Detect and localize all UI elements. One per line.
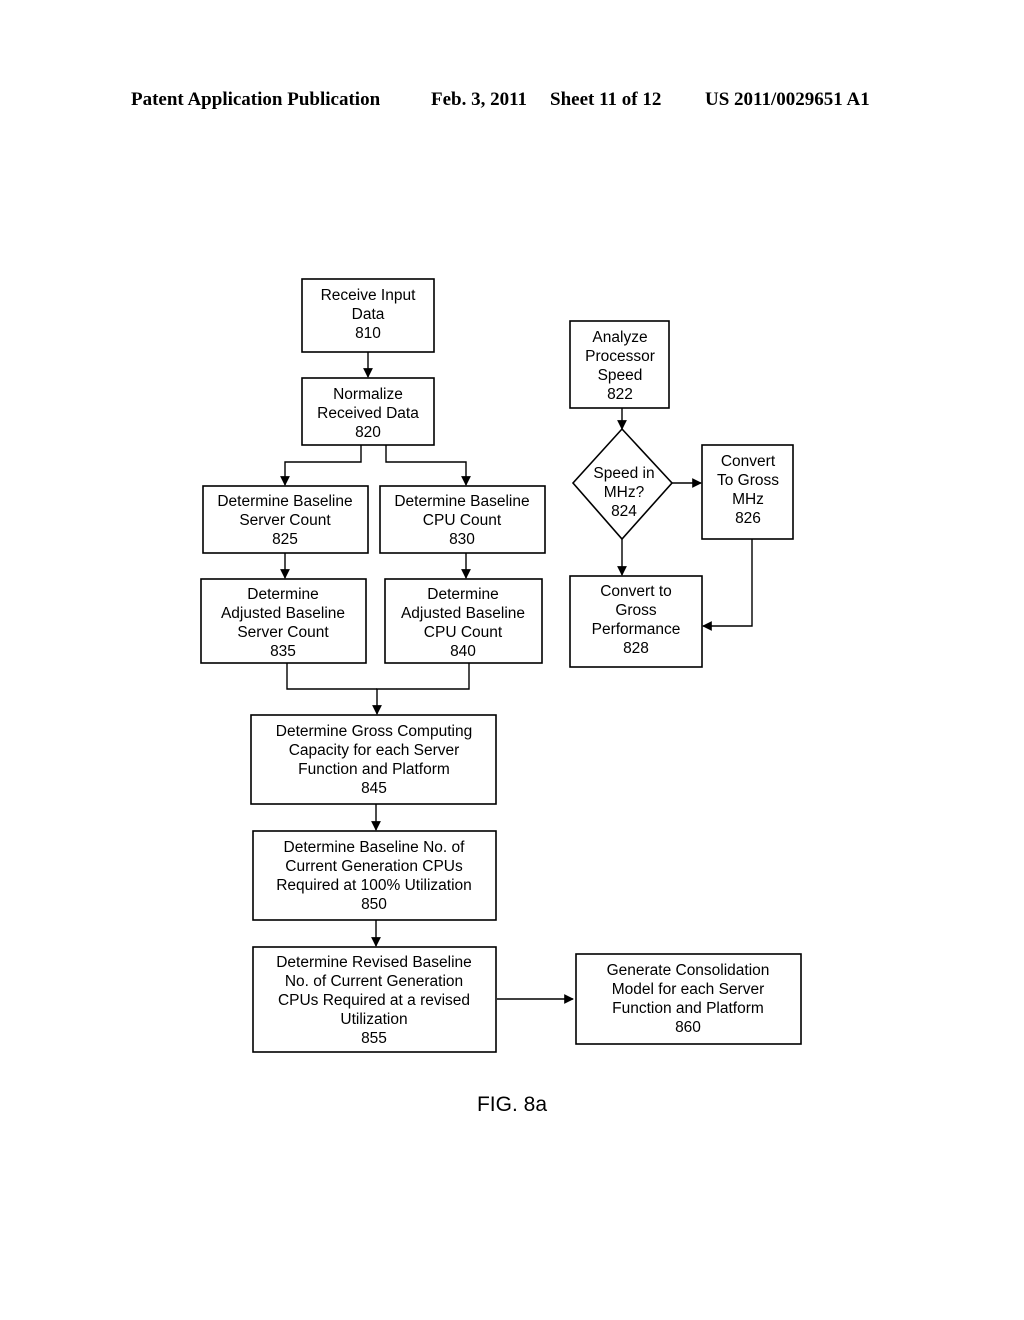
node-text: Adjusted Baseline: [401, 605, 525, 622]
node-835: Determine Adjusted Baseline Server Count 83…: [200, 578, 367, 664]
node-text: Required at 100% Utilization: [276, 877, 472, 894]
node-840: Determine Adjusted Baseline CPU Count 840: [384, 578, 543, 664]
node-text: Model for each Server: [612, 981, 765, 998]
node-text: Determine: [247, 586, 319, 603]
node-845: Determine Gross Computing Capacity for ea…: [250, 714, 497, 805]
node-text: Determine: [427, 586, 499, 603]
node-text: Convert to: [600, 583, 672, 600]
edge-820-825: [280, 445, 362, 486]
node-text: Receive Input: [321, 287, 416, 304]
node-ref-number: 820: [355, 424, 381, 441]
node-ref-number: 824: [611, 503, 637, 520]
node-text: Determine Baseline No. of: [284, 839, 466, 856]
node-ref-number: 822: [607, 386, 633, 403]
node-text: Performance: [592, 621, 681, 638]
node-text: Function and Platform: [298, 761, 450, 778]
node-ref-number: 845: [361, 780, 387, 797]
node-text: CPU Count: [424, 624, 503, 641]
figure-label: FIG. 8a: [477, 1093, 547, 1116]
node-text: Speed in: [593, 465, 654, 482]
node-text: Capacity for each Server: [289, 742, 460, 759]
node-ref-number: 835: [270, 643, 296, 660]
node-850: Determine Baseline No. of Current Generat…: [252, 830, 497, 921]
node-text: CPUs Required at a revised: [278, 992, 470, 1009]
node-text: Utilization: [340, 1011, 407, 1028]
node-855: Determine Revised Baseline No. of Current…: [252, 946, 497, 1053]
node-text: Adjusted Baseline: [221, 605, 345, 622]
node-text: Determine Revised Baseline: [276, 954, 472, 971]
node-824-decision: Speed in MHz? 824: [571, 427, 674, 541]
node-text: Determine Baseline: [217, 493, 352, 510]
node-text: Received Data: [317, 405, 419, 422]
node-text: Convert: [721, 453, 776, 470]
node-ref-number: 825: [272, 531, 298, 548]
edge-820-830: [385, 445, 471, 486]
edge-835-845: [286, 663, 377, 690]
node-text: Server Count: [239, 512, 331, 529]
node-ref-number: 860: [675, 1019, 701, 1036]
node-825: Determine Baseline Server Count 825: [202, 485, 369, 554]
node-ref-number: 855: [361, 1030, 387, 1047]
node-text: Analyze: [592, 329, 647, 346]
node-text: Normalize: [333, 386, 403, 403]
node-828: Convert to Gross Performance 828: [569, 575, 703, 668]
node-text: Generate Consolidation: [607, 962, 770, 979]
node-text: Determine Baseline: [394, 493, 529, 510]
node-text: Function and Platform: [612, 1000, 764, 1017]
node-text: Speed: [598, 367, 643, 384]
node-text: No. of Current Generation: [285, 973, 463, 990]
node-810: Receive Input Data 810: [301, 278, 435, 353]
node-text: MHz: [732, 491, 764, 508]
node-ref-number: 830: [449, 531, 475, 548]
node-830: Determine Baseline CPU Count 830: [379, 485, 546, 554]
node-text: CPU Count: [423, 512, 502, 529]
node-860: Generate Consolidation Model for each Ser…: [575, 953, 802, 1045]
flowchart: Receive Input Data 810 Normalize Received D…: [200, 278, 802, 1116]
node-text: Determine Gross Computing: [276, 723, 472, 740]
edge-840-845: [372, 663, 470, 715]
node-text: Gross: [615, 602, 657, 619]
edge-826-828: [702, 539, 753, 631]
node-text: Processor: [585, 348, 655, 365]
node-826: Convert To Gross MHz 826: [701, 444, 794, 540]
node-ref-number: 850: [361, 896, 387, 913]
node-820: Normalize Received Data 820: [301, 377, 435, 446]
node-text: Data: [352, 306, 385, 323]
node-text: MHz?: [604, 484, 645, 501]
node-ref-number: 828: [623, 640, 649, 657]
node-822: Analyze Processor Speed 822: [569, 320, 670, 409]
node-ref-number: 840: [450, 643, 476, 660]
node-text: Current Generation CPUs: [285, 858, 463, 875]
node-ref-number: 826: [735, 510, 761, 527]
node-ref-number: 810: [355, 325, 381, 342]
node-text: To Gross: [717, 472, 779, 489]
node-text: Server Count: [237, 624, 329, 641]
